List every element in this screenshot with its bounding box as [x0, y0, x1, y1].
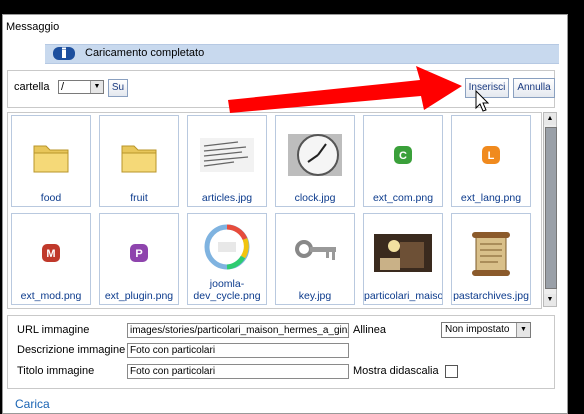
mouse-cursor-icon — [475, 89, 490, 112]
annotation-arrow-icon — [228, 66, 490, 113]
